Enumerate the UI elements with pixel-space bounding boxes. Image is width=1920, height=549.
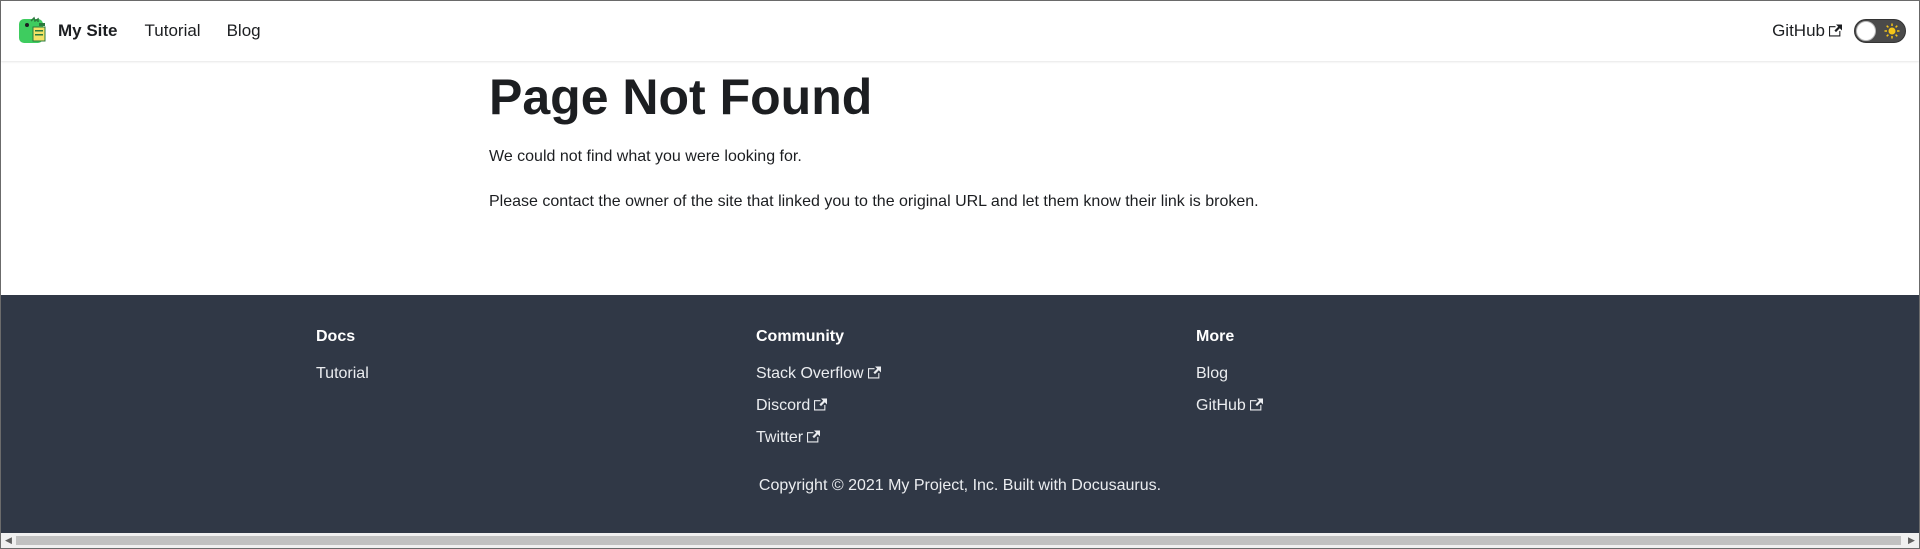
footer-link-discord[interactable]: Discord	[756, 396, 881, 416]
footer-link-twitter[interactable]: Twitter	[756, 428, 881, 448]
not-found-message: We could not find what you were looking …	[489, 148, 802, 165]
footer-column-community: Community Stack Overflow Discord Twitter	[756, 327, 881, 460]
main-content: Page Not Found We could not find what yo…	[489, 61, 1389, 214]
footer-column-title: More	[1196, 328, 1235, 345]
footer-link-label: Stack Overflow	[756, 365, 864, 382]
brand-link[interactable]: My Site	[17, 15, 118, 47]
page-title: Page Not Found	[489, 69, 873, 125]
contact-message: Please contact the owner of the site tha…	[489, 193, 1259, 210]
copyright: Copyright © 2021 My Project, Inc. Built …	[758, 477, 1162, 494]
toggle-knob	[1856, 21, 1876, 41]
navbar: My Site Tutorial Blog GitHub	[1, 1, 1919, 61]
external-link-icon	[1829, 24, 1842, 37]
footer-link-label: Discord	[756, 397, 811, 414]
horizontal-scrollbar[interactable]: ◀ ▶	[1, 533, 1919, 548]
footer-link-github[interactable]: GitHub	[1196, 396, 1263, 416]
scroll-left-arrow-icon[interactable]: ◀	[1, 533, 16, 548]
footer-column-title: Community	[756, 328, 844, 345]
external-link-icon	[867, 366, 881, 379]
footer-link-blog[interactable]: Blog	[1196, 364, 1263, 384]
external-link-icon	[1249, 398, 1263, 411]
footer-column-docs: Docs Tutorial	[316, 327, 369, 396]
external-link-icon	[814, 398, 828, 411]
dinosaur-logo-icon	[19, 16, 46, 43]
github-label: GitHub	[1772, 21, 1825, 40]
footer-link-label: Twitter	[756, 429, 804, 446]
navbar-right: GitHub	[1772, 19, 1906, 43]
footer-link-stack-overflow[interactable]: Stack Overflow	[756, 364, 881, 384]
nav-link-tutorial[interactable]: Tutorial	[132, 21, 214, 41]
scroll-right-arrow-icon[interactable]: ▶	[1904, 533, 1919, 548]
nav-link-github[interactable]: GitHub	[1772, 21, 1842, 41]
footer: Docs Tutorial Community Stack Overflow D…	[1, 295, 1919, 533]
external-link-icon	[807, 430, 821, 443]
sun-icon	[1884, 23, 1900, 39]
brand-title: My Site	[58, 21, 118, 40]
theme-toggle[interactable]	[1854, 19, 1906, 43]
scrollbar-thumb[interactable]	[16, 536, 1901, 545]
footer-column-more: More Blog GitHub	[1196, 327, 1263, 428]
footer-link-tutorial[interactable]: Tutorial	[316, 364, 369, 384]
nav-link-blog[interactable]: Blog	[214, 21, 274, 41]
footer-column-title: Docs	[316, 328, 356, 345]
footer-link-label: GitHub	[1196, 397, 1246, 414]
